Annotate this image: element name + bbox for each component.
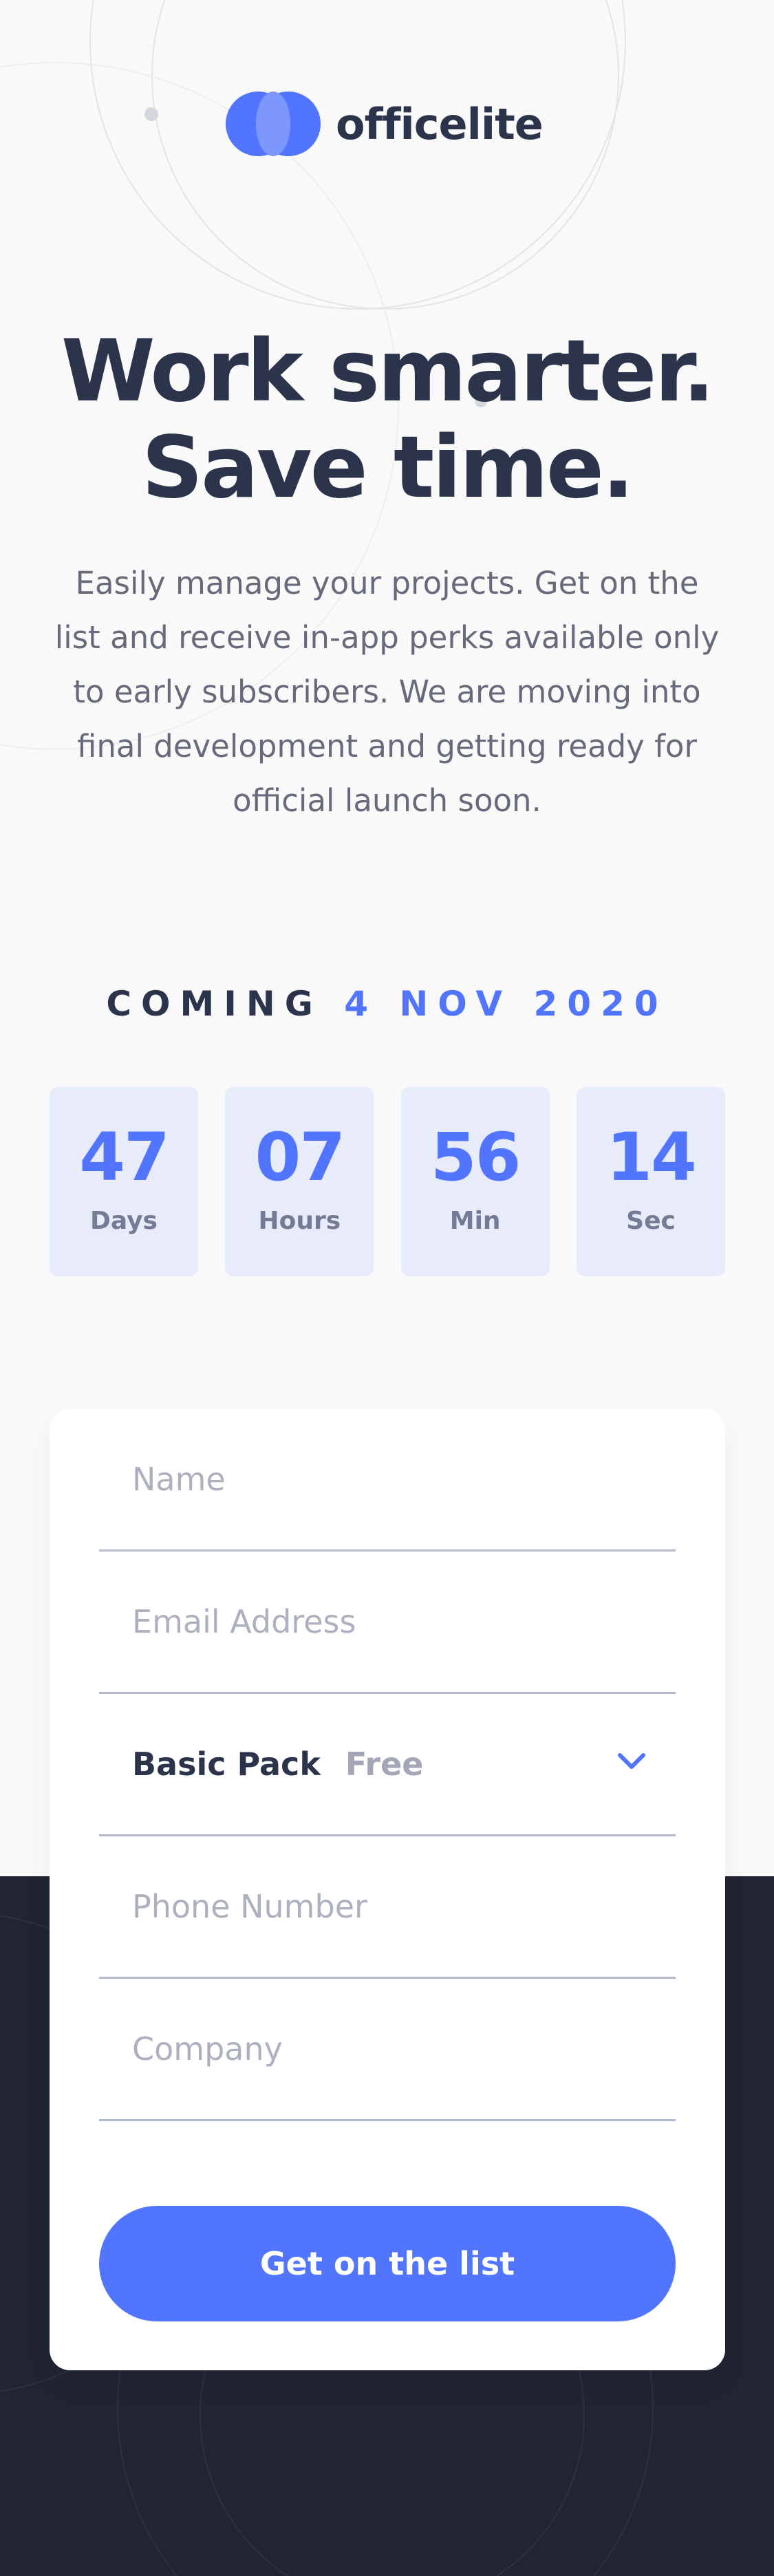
coming-label: COMING: [106, 984, 323, 1024]
company-field[interactable]: [132, 2030, 676, 2068]
plan-selected-value: Basic Pack: [132, 1746, 321, 1783]
hero-title-line1: Work smarter.: [61, 322, 715, 421]
countdown-value: 14: [606, 1119, 697, 1196]
countdown-label: Days: [90, 1207, 158, 1235]
countdown-minutes: 56 Min: [400, 1087, 550, 1276]
countdown-days: 47 Days: [50, 1087, 198, 1276]
plan-price: Free: [345, 1746, 424, 1783]
chevron-down-icon[interactable]: [618, 1753, 645, 1771]
company-field-wrapper: [99, 1979, 676, 2121]
countdown-value: 07: [255, 1119, 346, 1196]
launch-date: 4 NOV 2020: [344, 984, 668, 1024]
email-field-wrapper: [99, 1552, 676, 1694]
logo-text: officelite: [336, 98, 544, 149]
countdown-value: 47: [79, 1119, 170, 1196]
countdown-label: Min: [449, 1207, 501, 1235]
name-field-wrapper: [99, 1409, 676, 1552]
countdown-value: 56: [430, 1119, 522, 1196]
hero-title-line2: Save time.: [141, 418, 634, 517]
countdown-hours: 07 Hours: [225, 1087, 374, 1276]
hero-description: Easily manage your projects. Get on the …: [54, 565, 720, 819]
plan-select[interactable]: Basic Pack Free: [99, 1694, 676, 1836]
logo[interactable]: officelite: [226, 92, 544, 156]
countdown-seconds: 14 Sec: [576, 1087, 725, 1276]
countdown-label: Sec: [626, 1207, 676, 1235]
coming-soon-heading: COMING 4 NOV 2020: [0, 984, 774, 1024]
phone-field-wrapper: [99, 1836, 676, 1979]
signup-form: Basic Pack Free Get on the list: [50, 1409, 725, 2370]
decorative-dot: [144, 107, 158, 121]
phone-field[interactable]: [132, 1888, 676, 1925]
page: officelite Work smarter. Save time. Easi…: [0, 0, 774, 2576]
logo-mark-icon: [226, 92, 321, 156]
get-on-list-button[interactable]: Get on the list: [99, 2206, 676, 2321]
countdown-label: Hours: [258, 1207, 341, 1235]
countdown: 47 Days 07 Hours 56 Min 14 Sec: [50, 1087, 725, 1276]
hero-title: Work smarter. Save time.: [0, 323, 774, 516]
name-field[interactable]: [132, 1461, 676, 1498]
email-field[interactable]: [132, 1603, 676, 1640]
